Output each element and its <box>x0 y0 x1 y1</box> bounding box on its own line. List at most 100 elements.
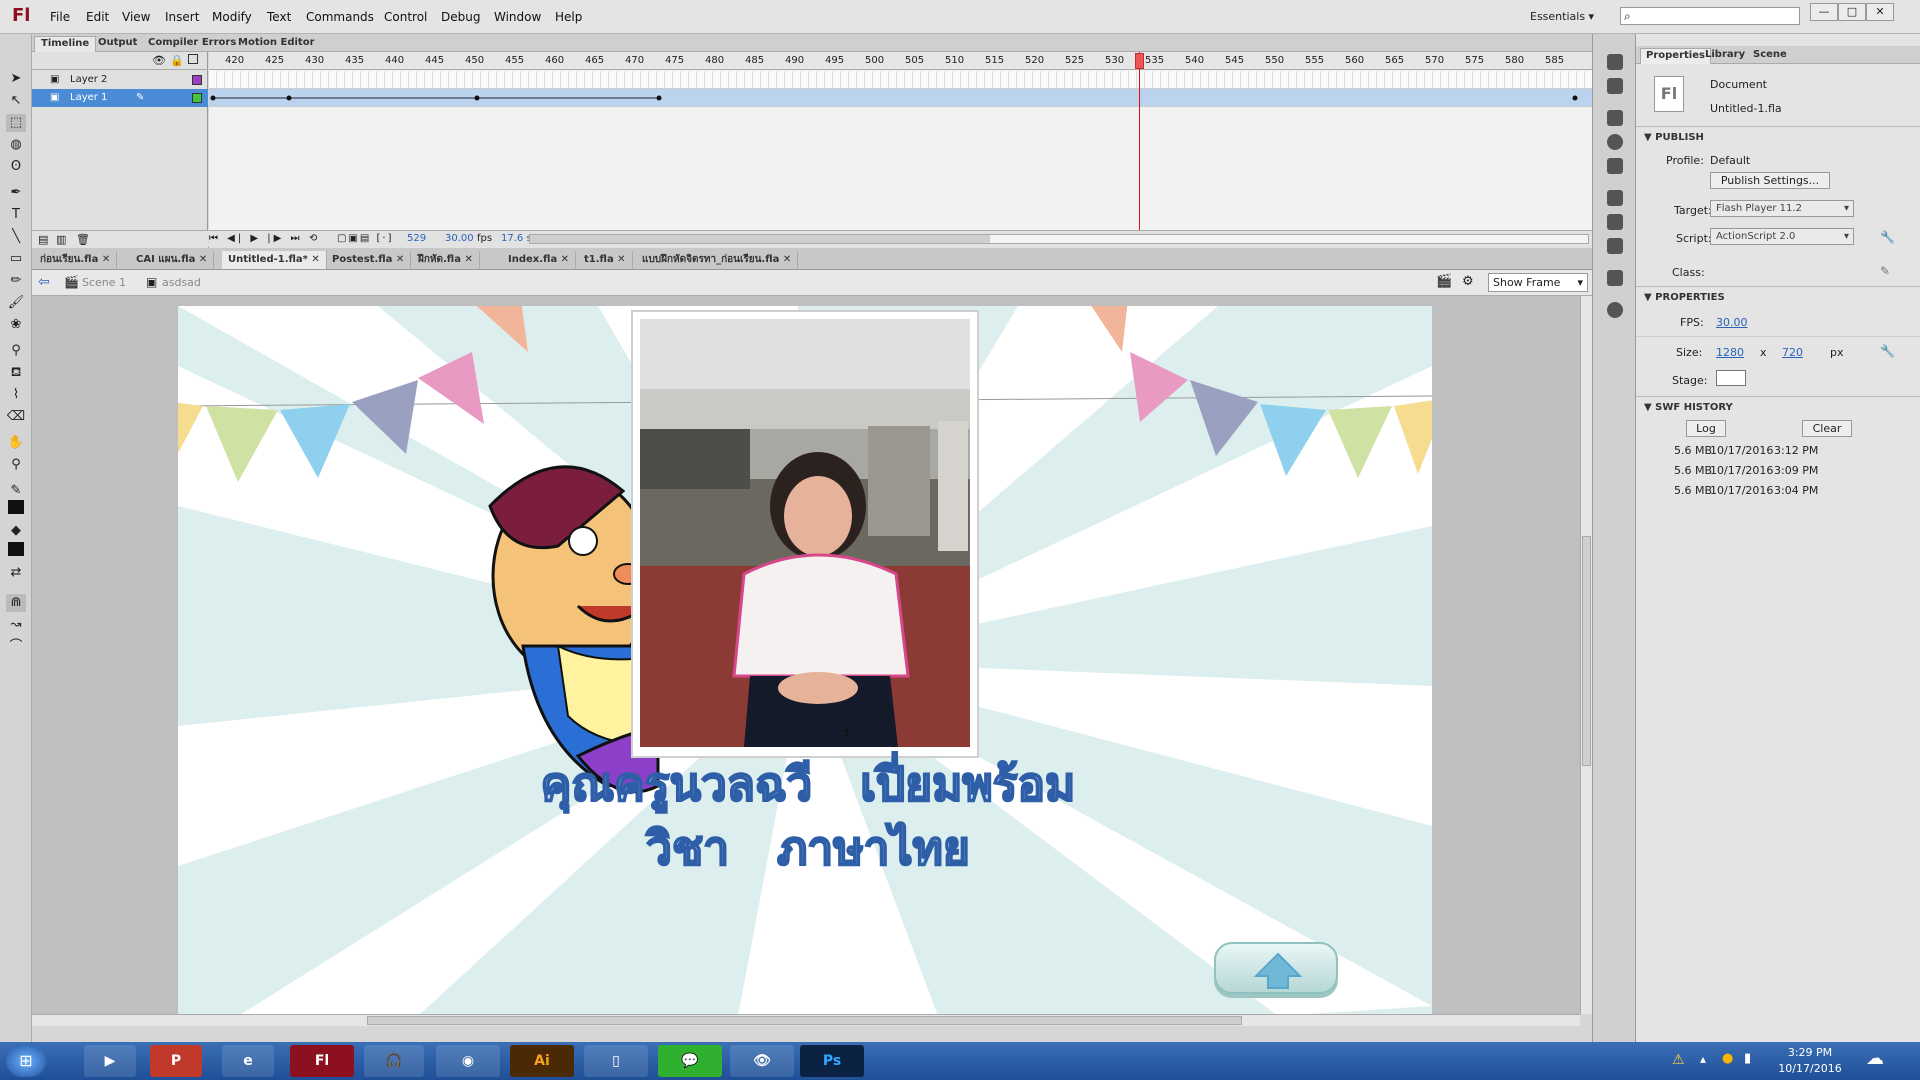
publish-section-header[interactable]: ▼ PUBLISH <box>1644 132 1704 143</box>
frame-row[interactable] <box>209 89 1592 107</box>
snap-to-objects-icon[interactable]: ⋒ <box>6 594 26 612</box>
doc-tab-active[interactable]: Untitled-1.fla* ✕ <box>222 251 327 269</box>
bone-tool-icon[interactable]: ⚲ <box>6 342 26 360</box>
loop-icon[interactable]: ⟲ <box>309 231 317 247</box>
line-tool-icon[interactable]: ╲ <box>6 228 26 246</box>
selection-tool-icon[interactable]: ➤ <box>6 70 26 88</box>
illustrator-icon[interactable]: Ai <box>510 1045 574 1077</box>
doc-tab[interactable]: Postest.fla ✕ <box>326 251 412 269</box>
swap-colors-icon[interactable]: ⇄ <box>6 564 26 582</box>
publish-settings-button[interactable]: Publish Settings... <box>1710 172 1830 189</box>
edit-scene-icon[interactable]: 🎬 <box>1436 274 1452 289</box>
vscroll-thumb[interactable] <box>1582 536 1591 766</box>
frame-row[interactable] <box>209 71 1592 89</box>
layer-row[interactable]: ▣ Layer 1 ✎ <box>32 89 208 107</box>
motion-presets-icon[interactable] <box>1607 54 1623 70</box>
fill-color-icon[interactable]: ◆ <box>6 522 26 540</box>
edit-class-icon[interactable]: ✎ <box>1880 264 1890 278</box>
internet-explorer-icon[interactable]: e <box>222 1045 274 1077</box>
back-arrow-icon[interactable]: ⇦ <box>38 274 50 290</box>
stroke-color-swatch[interactable] <box>8 500 24 514</box>
swatches-icon[interactable] <box>1607 78 1623 94</box>
fps-value[interactable]: 30.00 <box>1716 316 1748 329</box>
text-tool-icon[interactable]: T <box>6 206 26 224</box>
symbol-breadcrumb[interactable]: asdsad <box>162 276 201 289</box>
chrome-icon[interactable]: ◉ <box>436 1045 500 1077</box>
pen-tool-icon[interactable]: ✒ <box>6 184 26 202</box>
free-transform-tool-icon[interactable]: ⬚ <box>6 114 26 132</box>
deco-tool-icon[interactable]: ❀ <box>6 316 26 334</box>
system-clock[interactable]: 3:29 PM 10/17/2016 <box>1770 1045 1850 1077</box>
menu-edit[interactable]: Edit <box>86 10 109 24</box>
close-button[interactable]: ✕ <box>1866 3 1894 21</box>
tab-timeline[interactable]: Timeline <box>34 36 97 52</box>
network-icon[interactable]: ▮ <box>1744 1051 1751 1066</box>
menu-window[interactable]: Window <box>494 10 541 24</box>
properties-section-header[interactable]: ▼ PROPERTIES <box>1644 292 1725 303</box>
menu-insert[interactable]: Insert <box>165 10 199 24</box>
doc-tab[interactable]: CAI แผน.fla ✕ <box>130 251 215 269</box>
layer-row[interactable]: ▣ Layer 2 <box>32 71 208 89</box>
tab-output[interactable]: Output <box>92 36 143 52</box>
stage-height[interactable]: 720 <box>1782 346 1803 359</box>
tab-library[interactable]: Library <box>1700 48 1750 64</box>
rectangle-tool-icon[interactable]: ▭ <box>6 250 26 268</box>
fill-color-swatch[interactable] <box>8 542 24 556</box>
subselection-tool-icon[interactable]: ↖ <box>6 92 26 110</box>
menu-help[interactable]: Help <box>555 10 582 24</box>
wrench-icon[interactable]: 🔧 <box>1880 230 1895 244</box>
playhead-marker[interactable] <box>1135 53 1144 69</box>
stage-color-swatch[interactable] <box>1716 370 1746 386</box>
hscroll-thumb[interactable] <box>367 1016 1242 1025</box>
timeline-hscrollbar[interactable] <box>529 234 1589 244</box>
frame-ruler[interactable]: 420 425 430 435 440 445 450 455 460 465 470 475 480 4… <box>209 52 1592 70</box>
hand-tool-icon[interactable]: ✋ <box>6 434 26 452</box>
lock-icon[interactable]: 🔒 <box>170 54 184 67</box>
color-icon[interactable] <box>1607 238 1623 254</box>
doc-tab[interactable]: ฝึกหัด.fla ✕ <box>412 251 480 269</box>
paint-bucket-tool-icon[interactable]: ⛾ <box>6 364 26 382</box>
tab-compiler-errors[interactable]: Compiler Errors <box>142 36 242 52</box>
scene-breadcrumb[interactable]: Scene 1 <box>82 276 126 289</box>
zoom-tool-icon[interactable]: ⚲ <box>6 456 26 474</box>
info-icon[interactable] <box>1607 134 1623 150</box>
history-icon[interactable] <box>1607 270 1623 286</box>
zoom-dropdown[interactable]: Show Frame ▾ <box>1488 273 1588 292</box>
brush-tool-icon[interactable]: 🖌 <box>6 294 26 312</box>
new-layer-icon[interactable]: ▤ <box>38 233 48 246</box>
new-folder-icon[interactable]: ▥ <box>56 233 66 246</box>
media-player-icon[interactable]: ▶ <box>84 1045 136 1077</box>
menu-commands[interactable]: Commands <box>306 10 374 24</box>
minimize-button[interactable]: — <box>1810 3 1838 21</box>
stage-vscrollbar[interactable] <box>1580 296 1592 1014</box>
notification-icon[interactable]: ☁ <box>1866 1048 1884 1069</box>
compass-icon[interactable] <box>1607 302 1623 318</box>
onion-skin-icons[interactable]: ▢▣▤ [·] <box>337 231 394 247</box>
menu-debug[interactable]: Debug <box>441 10 480 24</box>
playback-controls[interactable]: ⏮ ◀| ▶ |▶ ⏭ <box>209 231 303 247</box>
3d-rotation-tool-icon[interactable]: ◍ <box>6 136 26 154</box>
show-hidden-icons[interactable]: ▴ <box>1700 1052 1706 1066</box>
eyedropper-tool-icon[interactable]: ⌇ <box>6 386 26 404</box>
stage-width[interactable]: 1280 <box>1716 346 1744 359</box>
photoshop-icon[interactable]: Ps <box>800 1045 864 1077</box>
lasso-tool-icon[interactable]: ʘ <box>6 158 26 176</box>
stroke-color-icon[interactable]: ✎ <box>6 482 26 500</box>
wrench-icon[interactable]: 🔧 <box>1880 344 1895 358</box>
eye-app-icon[interactable]: 👁 <box>730 1045 794 1077</box>
menu-view[interactable]: View <box>122 10 150 24</box>
doc-tab[interactable]: Index.fla ✕ <box>502 251 577 269</box>
timeline-scroll-thumb[interactable] <box>530 235 990 243</box>
help-search-input[interactable]: ⌕ <box>1620 7 1800 25</box>
frame-grid[interactable]: 420 425 430 435 440 445 450 455 460 465 470 475 480 4… <box>209 52 1592 248</box>
current-frame[interactable]: 529 <box>407 231 426 247</box>
start-button[interactable]: ⊞ <box>6 1045 46 1077</box>
menu-file[interactable]: File <box>50 10 70 24</box>
straighten-icon[interactable]: ⌒ <box>6 638 26 656</box>
delete-layer-icon[interactable]: 🗑 <box>76 233 90 246</box>
workspace-switcher[interactable]: Essentials ▾ <box>1530 10 1594 23</box>
swf-history-section-header[interactable]: ▼ SWF HISTORY <box>1644 402 1733 413</box>
warning-icon[interactable]: ⚠ <box>1672 1052 1685 1068</box>
maximize-button[interactable]: □ <box>1838 3 1866 21</box>
menu-text[interactable]: Text <box>267 10 291 24</box>
